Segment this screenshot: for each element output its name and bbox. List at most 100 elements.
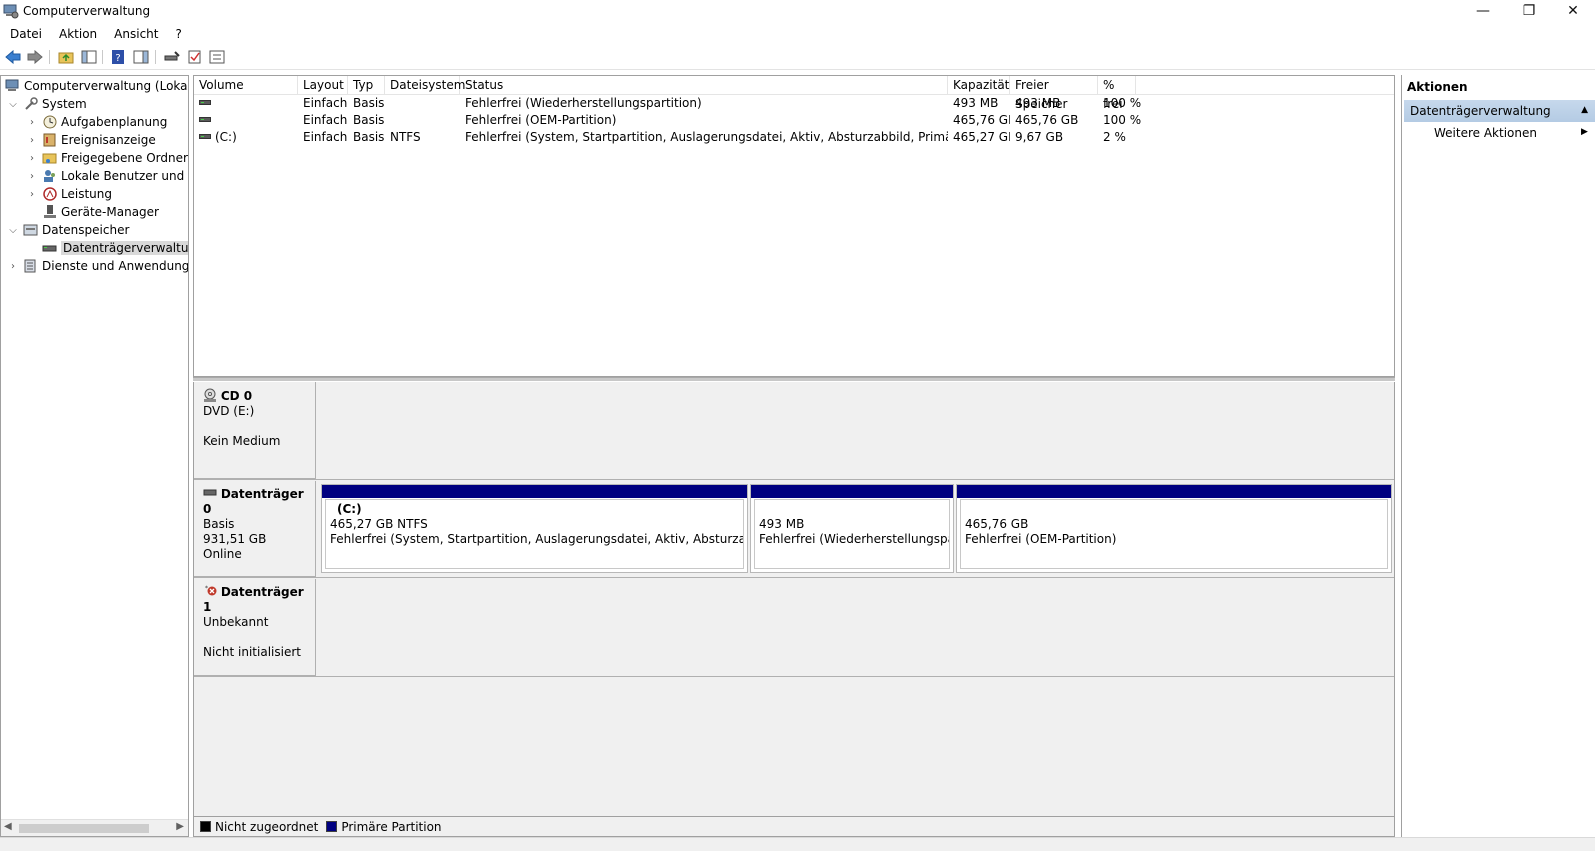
column-volume[interactable]: Volume (194, 76, 298, 95)
legend-primary: Primäre Partition (326, 820, 442, 834)
chevron-right-icon[interactable]: › (26, 117, 38, 128)
tree-dienste[interactable]: › Dienste und Anwendungen (7, 257, 188, 275)
title-bar: Computerverwaltung — ❐ ✕ (0, 0, 1595, 24)
show-hide-action-pane-icon[interactable] (131, 48, 151, 66)
storage-icon (23, 224, 38, 236)
pane-splitter[interactable] (193, 377, 1395, 381)
window-title: Computerverwaltung (23, 4, 151, 18)
tree-datenspeicher[interactable]: ⌵ Datenspeicher (7, 221, 129, 239)
table-row[interactable]: (C:) Einfach Basis NTFS Fehlerfrei (Syst… (194, 129, 1394, 146)
tree-aufgabenplanung[interactable]: › Aufgabenplanung (26, 113, 167, 131)
tools-icon (25, 97, 38, 110)
tree-ereignisanzeige[interactable]: › Ereignisanzeige (26, 131, 156, 149)
collapse-up-icon[interactable]: ▲ (1581, 105, 1588, 115)
primary-partition-bar (751, 485, 953, 498)
legend-unallocated: Nicht zugeordnet (200, 820, 318, 834)
performance-icon (43, 187, 57, 201)
disk-map: CD 0 DVD (E:) Kein Medium Datenträger 0 … (193, 382, 1395, 837)
forward-arrow-icon[interactable] (25, 48, 45, 66)
column-dateisystem[interactable]: Dateisystem (385, 76, 465, 95)
volume-icon (199, 117, 211, 122)
chevron-right-icon[interactable]: › (26, 153, 38, 164)
column-status[interactable]: Status (460, 76, 948, 95)
action-weitere-aktionen[interactable]: Weitere Aktionen (1434, 126, 1537, 140)
chevron-right-icon[interactable]: › (26, 189, 38, 200)
legend-swatch-primary (326, 821, 338, 832)
shared-folder-icon (42, 153, 57, 164)
tree-geraete-manager[interactable]: Geräte-Manager (26, 203, 159, 221)
menu-bar: Datei Aktion Ansicht ? (0, 24, 1595, 44)
navigation-tree: Computerverwaltung (Lokal) ⌵ System › Au… (0, 75, 189, 837)
up-folder-icon[interactable] (56, 48, 76, 66)
show-hide-tree-icon[interactable] (79, 48, 99, 66)
legend-swatch-unallocated (200, 821, 211, 832)
chevron-down-icon[interactable]: ⌵ (7, 225, 19, 236)
column-freier-speicher[interactable]: Freier Speicher (1010, 76, 1098, 111)
scroll-right-icon[interactable]: ▶ (176, 821, 184, 832)
tree-system[interactable]: ⌵ System (7, 95, 87, 113)
event-viewer-icon (43, 133, 56, 147)
column-typ[interactable]: Typ (348, 76, 385, 95)
svg-text:?: ? (115, 53, 120, 64)
tree-datentraegerverwaltung[interactable]: Datenträgerverwaltung (26, 239, 188, 257)
partition-recovery[interactable]: 493 MB Fehlerfrei (Wiederherstellungspar… (750, 484, 954, 573)
tree-leistung[interactable]: › Leistung (26, 185, 112, 203)
disk-label-disk0[interactable]: Datenträger 0 Basis 931,51 GB Online (194, 481, 316, 577)
disk-management-icon (42, 245, 57, 252)
volume-list: Volume Layout Typ Dateisystem Status Kap… (193, 75, 1395, 377)
tree-horizontal-scrollbar[interactable]: ◀ ▶ (1, 819, 188, 836)
chevron-down-icon[interactable]: ⌵ (7, 99, 19, 110)
svg-text:*: * (205, 585, 208, 592)
toolbar: ? (0, 45, 1595, 70)
services-icon (24, 259, 36, 273)
maximize-button[interactable]: ❐ (1506, 0, 1552, 22)
primary-partition-bar (957, 485, 1391, 498)
computer-management-icon (5, 79, 19, 91)
table-row[interactable]: Einfach Basis Fehlerfrei (Wiederherstell… (194, 95, 1394, 112)
menu-ansicht[interactable]: Ansicht (107, 27, 165, 41)
help-icon[interactable]: ? (108, 48, 128, 66)
menu-aktion[interactable]: Aktion (52, 27, 104, 41)
computer-management-icon (3, 4, 19, 19)
column-layout[interactable]: Layout (298, 76, 348, 95)
volume-icon (199, 100, 211, 105)
minimize-button[interactable]: — (1460, 0, 1506, 22)
column-kapazitaet[interactable]: Kapazität (948, 76, 1010, 95)
status-bar (0, 837, 1595, 851)
partition-c[interactable]: (C:) 465,27 GB NTFS Fehlerfrei (System, … (321, 484, 748, 573)
cd-drive-icon (204, 388, 216, 402)
disk-label-cd0[interactable]: CD 0 DVD (E:) Kein Medium (194, 382, 316, 479)
disk-label-disk1[interactable]: * Datenträger 1 Unbekannt Nicht initiali… (194, 579, 316, 676)
view-list-icon[interactable] (207, 48, 227, 66)
scroll-left-icon[interactable]: ◀ (4, 821, 12, 832)
disk-error-icon: * (205, 585, 217, 596)
disk-properties-icon[interactable] (162, 48, 182, 66)
disk-legend: Nicht zugeordnet Primäre Partition (193, 816, 1395, 837)
actions-section-datentraegerverwaltung[interactable]: Datenträgerverwaltung ▲ (1404, 100, 1595, 122)
table-row[interactable]: Einfach Basis Fehlerfrei (OEM-Partition)… (194, 112, 1394, 129)
primary-partition-bar (322, 485, 747, 498)
volume-icon (199, 134, 211, 139)
close-button[interactable]: ✕ (1550, 0, 1595, 22)
clock-icon (43, 115, 57, 129)
actions-pane: Aktionen Datenträgerverwaltung ▲ Weitere… (1401, 75, 1595, 837)
scrollbar-thumb[interactable] (19, 824, 149, 833)
menu-datei[interactable]: Datei (3, 27, 49, 41)
chevron-right-icon[interactable]: › (7, 261, 19, 272)
tree-freigegebene-ordner[interactable]: › Freigegebene Ordner (26, 149, 188, 167)
back-arrow-icon[interactable] (3, 48, 23, 66)
partition-oem[interactable]: 465,76 GB Fehlerfrei (OEM-Partition) (956, 484, 1392, 573)
menu-help[interactable]: ? (168, 27, 188, 41)
tree-lokale-benutzer[interactable]: › Lokale Benutzer und Gruppen (26, 167, 188, 185)
tree-root[interactable]: Computerverwaltung (Lokal) (5, 77, 188, 95)
actions-title: Aktionen (1407, 80, 1468, 94)
volume-list-header: Volume Layout Typ Dateisystem Status Kap… (194, 76, 1394, 111)
users-icon (44, 170, 55, 182)
disk-icon (203, 489, 217, 496)
checklist-icon[interactable] (185, 48, 205, 66)
chevron-right-icon[interactable]: › (26, 135, 38, 146)
column-prozent-frei[interactable]: % frei (1098, 76, 1136, 111)
submenu-arrow-icon[interactable]: ▶ (1581, 127, 1588, 137)
device-manager-icon (44, 205, 56, 218)
chevron-right-icon[interactable]: › (26, 171, 38, 182)
